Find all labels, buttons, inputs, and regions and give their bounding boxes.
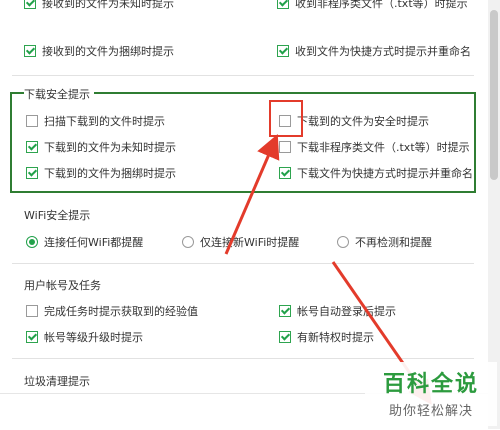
checkbox[interactable] xyxy=(24,45,36,57)
checkbox[interactable] xyxy=(279,305,291,317)
option-scan-download[interactable]: 扫描下载到的文件时提示 xyxy=(26,113,165,129)
checkbox[interactable] xyxy=(26,305,38,317)
checkbox[interactable] xyxy=(26,141,38,153)
download-section-title: 下载安全提示 xyxy=(24,86,94,102)
checkbox[interactable] xyxy=(26,115,38,127)
checkbox[interactable] xyxy=(26,167,38,179)
scrollbar-thumb[interactable] xyxy=(490,10,498,180)
section-divider xyxy=(12,75,474,76)
watermark-subtitle: 助你轻松解决 xyxy=(388,404,473,419)
section-divider xyxy=(12,358,474,359)
checkbox[interactable] xyxy=(279,141,291,153)
option-download-shortcut[interactable]: 下载文件为快捷方式时提示并重命名 xyxy=(279,165,473,181)
download-safe-highlight xyxy=(269,100,303,137)
option-auto-login[interactable]: 帐号自动登录后提示 xyxy=(279,303,396,319)
option-download-non-program[interactable]: 下载非程序类文件（.txt等）时提示 xyxy=(279,139,470,155)
watermark-logo: 百科全说 助你轻松解决 xyxy=(365,362,497,426)
option-receive-bundled[interactable]: 接收到的文件为捆绑时提示 xyxy=(24,43,174,59)
option-receive-non-program[interactable]: 收到非程序类文件（.txt等）时提示 xyxy=(277,0,468,11)
option-new-privilege[interactable]: 有新特权时提示 xyxy=(279,329,374,345)
checkbox[interactable] xyxy=(279,167,291,179)
radio-button[interactable] xyxy=(182,236,194,248)
account-section-title: 用户帐号及任务 xyxy=(24,277,105,293)
radio-button[interactable] xyxy=(337,236,349,248)
option-task-exp[interactable]: 完成任务时提示获取到的经验值 xyxy=(26,303,198,319)
option-wifi-new[interactable]: 仅连接新WiFi时提醒 xyxy=(182,234,299,250)
option-receive-shortcut[interactable]: 收到文件为快捷方式时提示并重命名 xyxy=(277,43,471,59)
option-receive-unknown[interactable]: 接收到的文件为未知时提示 xyxy=(24,0,174,11)
option-level-up[interactable]: 帐号等级升级时提示 xyxy=(26,329,143,345)
checkbox[interactable] xyxy=(277,45,289,57)
option-wifi-any[interactable]: 连接任何WiFi都提醒 xyxy=(26,234,143,250)
wifi-section-title: WiFi安全提示 xyxy=(24,207,95,223)
option-wifi-none[interactable]: 不再检测和提醒 xyxy=(337,234,432,250)
watermark-title: 百科全说 xyxy=(382,372,479,397)
section-divider xyxy=(12,263,474,264)
option-download-bundled[interactable]: 下载到的文件为捆绑时提示 xyxy=(26,165,176,181)
checkbox[interactable] xyxy=(26,331,38,343)
checkbox[interactable] xyxy=(24,0,36,9)
option-download-unknown[interactable]: 下载到的文件为未知时提示 xyxy=(26,139,176,155)
checkbox[interactable] xyxy=(277,0,289,9)
radio-button[interactable] xyxy=(26,236,38,248)
cleanup-section-title: 垃圾清理提示 xyxy=(24,373,94,389)
checkbox[interactable] xyxy=(279,331,291,343)
